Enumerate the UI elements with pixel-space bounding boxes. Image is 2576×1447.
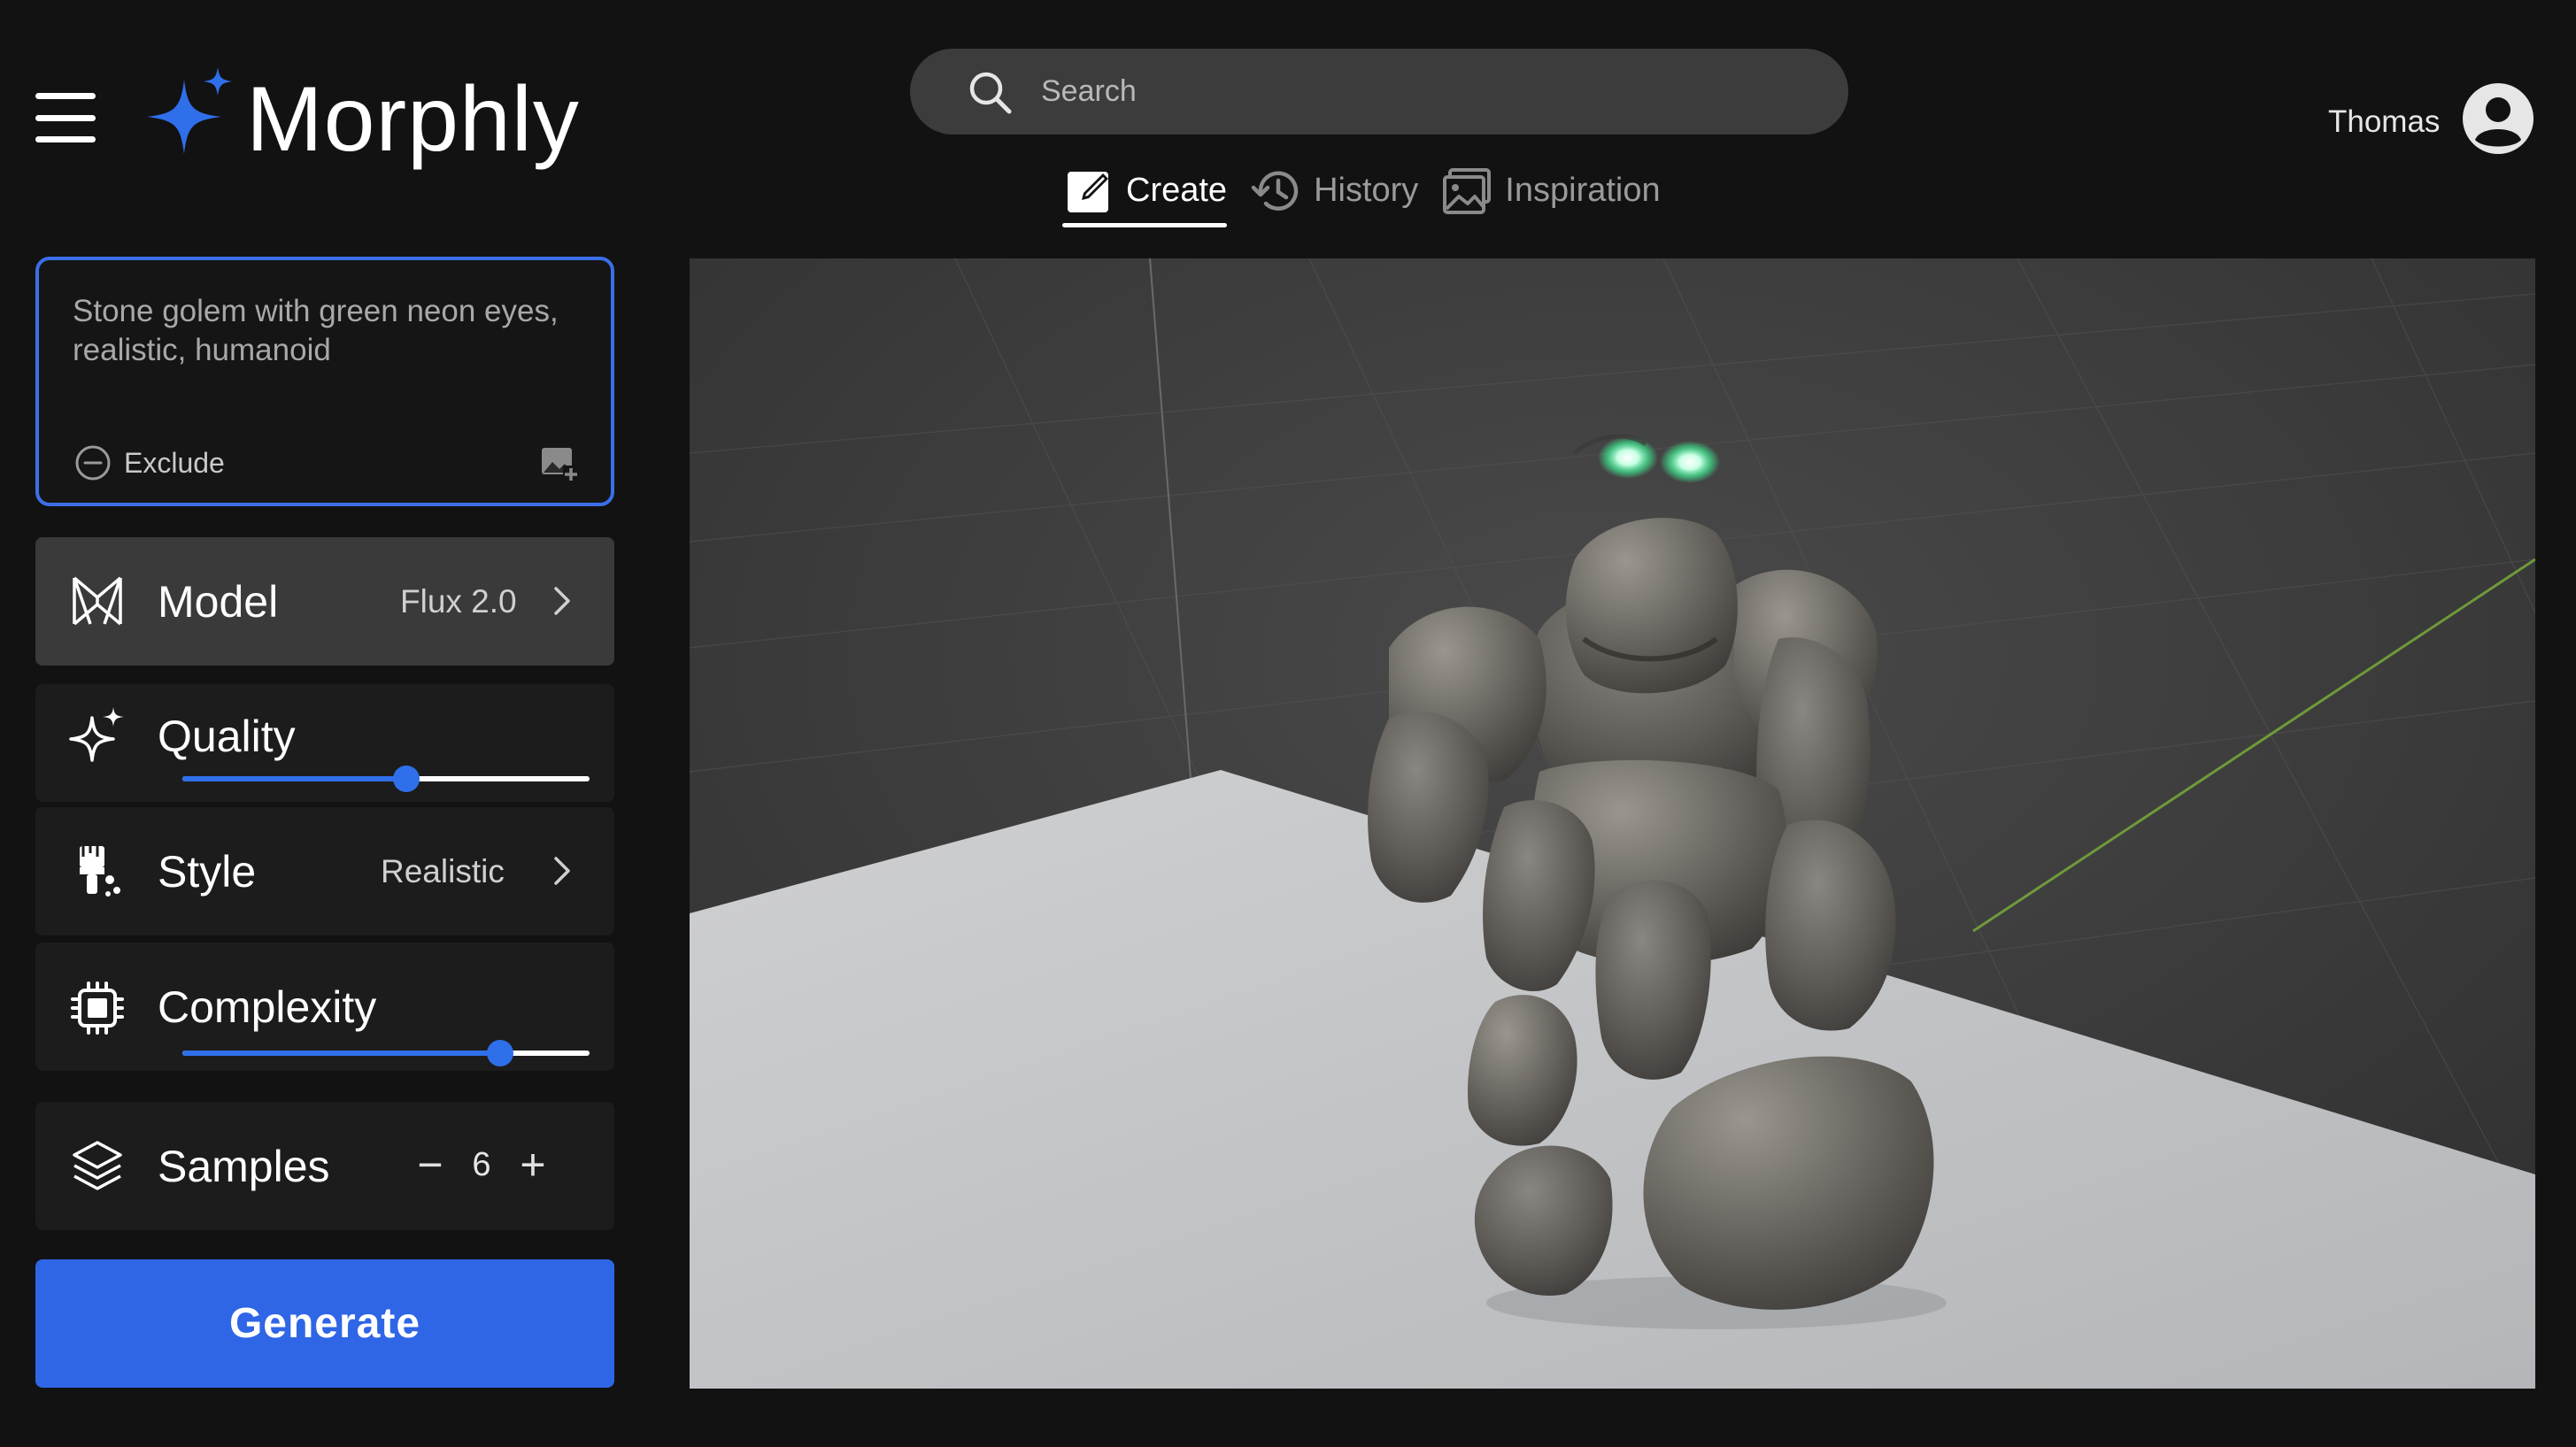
search-bar[interactable] xyxy=(910,49,1848,135)
search-icon xyxy=(969,72,1012,113)
model-value: Flux 2.0 xyxy=(400,583,517,620)
model-selector[interactable]: Model Flux 2.0 xyxy=(35,537,614,666)
generate-button[interactable]: Generate xyxy=(35,1259,614,1388)
main-tabs: Create History Inspiration xyxy=(1062,158,1684,227)
add-image-icon[interactable] xyxy=(540,446,579,483)
quality-label: Quality xyxy=(158,712,296,761)
complexity-panel: Complexity xyxy=(35,943,614,1071)
slider-thumb[interactable] xyxy=(486,1040,513,1066)
samples-value: 6 xyxy=(472,1145,491,1183)
samples-label: Samples xyxy=(158,1142,330,1191)
complexity-slider[interactable] xyxy=(182,1040,590,1066)
style-selector[interactable]: Style Realistic xyxy=(35,807,614,935)
tab-create[interactable]: Create xyxy=(1062,158,1228,227)
paint-brush-icon xyxy=(80,846,120,897)
image-icon xyxy=(1443,167,1492,214)
quality-slider[interactable] xyxy=(182,766,590,792)
tab-inspiration-label: Inspiration xyxy=(1505,172,1661,209)
edit-icon xyxy=(1068,171,1108,212)
tab-history-label: History xyxy=(1314,172,1419,209)
slider-fill xyxy=(182,776,406,781)
menu-line xyxy=(35,93,96,99)
history-icon xyxy=(1251,171,1299,211)
menu-line xyxy=(35,114,96,121)
samples-panel: Samples − 6 + xyxy=(35,1102,614,1230)
decrement-button[interactable]: − xyxy=(407,1140,453,1189)
model-label: Model xyxy=(158,577,279,627)
menu-line xyxy=(35,136,96,142)
search-input[interactable] xyxy=(1039,73,1795,110)
slider-fill xyxy=(182,1051,500,1056)
model-network-icon xyxy=(73,576,122,626)
complexity-label: Complexity xyxy=(158,982,377,1032)
minus-circle-icon xyxy=(75,445,111,481)
prompt-text[interactable]: Stone golem with green neon eyes, realis… xyxy=(73,292,568,370)
chevron-right-icon xyxy=(554,587,570,615)
hamburger-menu-button[interactable] xyxy=(35,93,96,142)
app-logo-text: Morphly xyxy=(246,68,580,171)
3d-viewport[interactable] xyxy=(690,258,2535,1389)
sparkle-logo-icon xyxy=(147,67,232,154)
chevron-right-icon xyxy=(554,857,570,885)
user-avatar-icon[interactable] xyxy=(2461,81,2535,156)
sparkles-icon xyxy=(69,707,124,762)
style-label: Style xyxy=(158,847,257,897)
3d-scene xyxy=(690,258,2535,1389)
samples-stepper: − 6 + xyxy=(407,1140,556,1189)
tab-inspiration[interactable]: Inspiration xyxy=(1441,158,1661,224)
quality-panel: Quality xyxy=(35,684,614,802)
user-name[interactable]: Thomas xyxy=(2328,104,2440,140)
chip-icon xyxy=(71,981,124,1035)
style-value: Realistic xyxy=(381,853,505,889)
tab-history[interactable]: History xyxy=(1250,158,1418,224)
prompt-textarea[interactable]: Stone golem with green neon eyes, realis… xyxy=(35,257,614,506)
layers-icon xyxy=(73,1141,122,1190)
exclude-button[interactable]: Exclude xyxy=(74,444,225,481)
tab-create-label: Create xyxy=(1126,172,1228,209)
slider-thumb[interactable] xyxy=(393,766,420,792)
increment-button[interactable]: + xyxy=(510,1140,556,1189)
exclude-label: Exclude xyxy=(124,446,225,479)
